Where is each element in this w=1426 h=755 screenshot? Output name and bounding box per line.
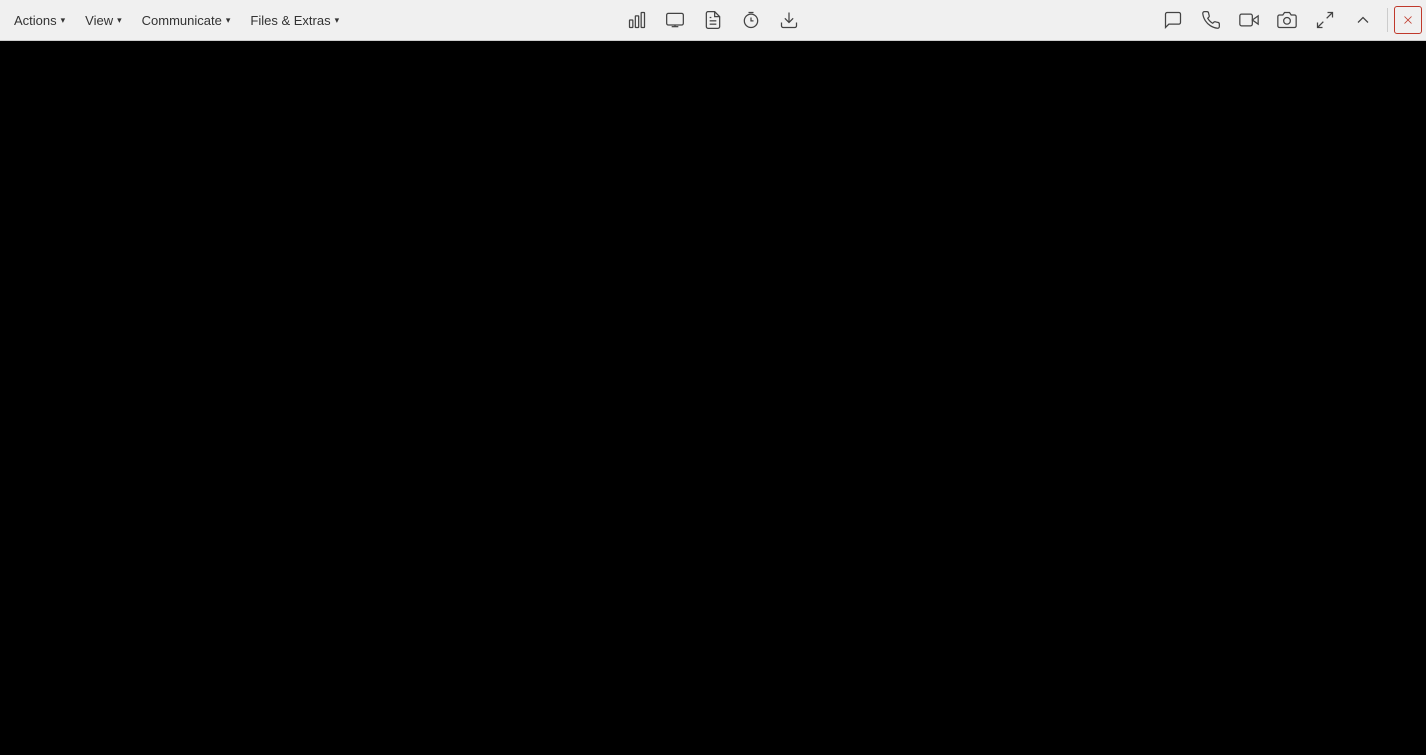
timer-icon (741, 10, 761, 30)
phone-icon-button[interactable] (1193, 2, 1229, 38)
stats-icon (627, 10, 647, 30)
files-extras-label: Files & Extras (250, 13, 330, 28)
stats-icon-button[interactable] (619, 2, 655, 38)
menu-actions[interactable]: Actions ▾ (4, 0, 75, 40)
download-icon (779, 10, 799, 30)
view-chevron-icon: ▾ (117, 15, 122, 26)
main-content (0, 41, 1426, 755)
menu-group: Actions ▾ View ▾ Communicate ▾ Files & E… (4, 0, 349, 40)
toolbar-center-icons (619, 2, 807, 38)
toolbar-divider (1387, 8, 1388, 32)
menu-files-extras[interactable]: Files & Extras ▾ (240, 0, 349, 40)
menu-view[interactable]: View ▾ (75, 0, 131, 40)
communicate-label: Communicate (142, 13, 222, 28)
chat-icon (1163, 10, 1183, 30)
close-icon-button[interactable] (1394, 6, 1422, 34)
chat-icon-button[interactable] (1155, 2, 1191, 38)
scroll-up-icon-button[interactable] (1345, 2, 1381, 38)
files-extras-chevron-icon: ▾ (335, 15, 340, 26)
communicate-chevron-icon: ▾ (226, 15, 231, 26)
timer-icon-button[interactable] (733, 2, 769, 38)
fullscreen-icon-button[interactable] (1307, 2, 1343, 38)
download-icon-button[interactable] (771, 2, 807, 38)
menu-communicate[interactable]: Communicate ▾ (132, 0, 241, 40)
arrow-up-icon (1353, 10, 1373, 30)
fullscreen-icon (1315, 10, 1335, 30)
camera-icon (1277, 10, 1297, 30)
screen-icon (665, 10, 685, 30)
phone-icon (1201, 10, 1221, 30)
screen-icon-button[interactable] (657, 2, 693, 38)
video-icon-button[interactable] (1231, 2, 1267, 38)
camera-icon-button[interactable] (1269, 2, 1305, 38)
actions-label: Actions (14, 13, 57, 28)
toolbar: Actions ▾ View ▾ Communicate ▾ Files & E… (0, 0, 1426, 41)
view-label: View (85, 13, 113, 28)
video-icon (1239, 10, 1259, 30)
actions-chevron-icon: ▾ (61, 15, 66, 26)
files-icon (703, 10, 723, 30)
toolbar-right-icons (1155, 0, 1422, 40)
files-icon-button[interactable] (695, 2, 731, 38)
close-icon (1401, 13, 1415, 27)
